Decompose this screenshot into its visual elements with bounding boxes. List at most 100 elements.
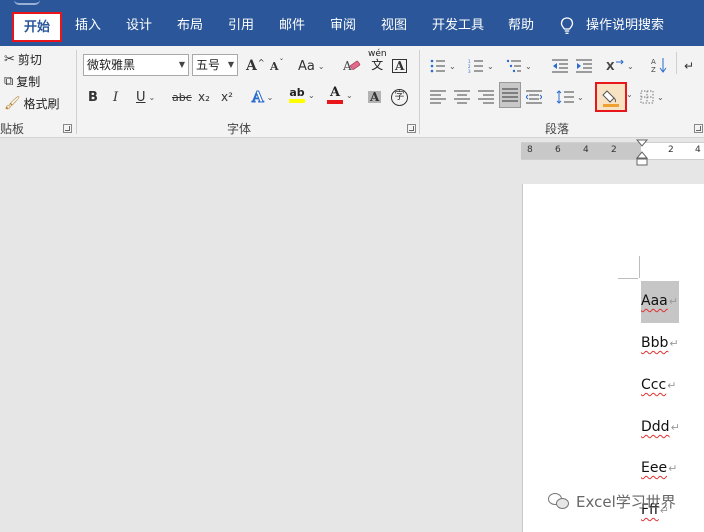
italic-button[interactable]: I	[113, 86, 118, 108]
character-border-icon: A	[392, 59, 408, 73]
font-size-value: 五号	[196, 58, 221, 72]
superscript-button[interactable]: x²	[221, 86, 233, 108]
tab-help[interactable]: 帮助	[508, 14, 534, 38]
margin-corner-mark	[639, 256, 640, 278]
watermark: Excel学习世界	[548, 491, 676, 512]
justify-button[interactable]	[499, 82, 521, 108]
paragraph-mark-icon: ↵	[684, 59, 695, 73]
document-line[interactable]: Bbb↵	[641, 335, 679, 351]
ruler-number: 8	[527, 145, 533, 155]
lightbulb-icon[interactable]	[560, 17, 574, 35]
highlight-color-bar	[289, 99, 305, 103]
align-center-icon	[454, 90, 470, 104]
phonetic-guide-button[interactable]: wén 文	[368, 50, 387, 76]
underline-button[interactable]: U ⌄	[136, 86, 155, 108]
chinese-layout-button[interactable]: X ⌄	[606, 55, 634, 77]
subscript-icon: x₂	[198, 90, 210, 104]
shrink-font-icon: A	[270, 59, 279, 73]
tab-references[interactable]: 引用	[228, 14, 254, 38]
title-bar-notch	[14, 0, 40, 5]
character-border-button[interactable]: A	[392, 55, 408, 77]
subscript-button[interactable]: x₂	[198, 86, 210, 108]
bold-button[interactable]: B	[88, 86, 98, 108]
paragraph-mark: ↵	[668, 295, 678, 308]
clipboard-dialog-launcher[interactable]	[63, 124, 72, 133]
tab-home[interactable]: 开始	[12, 12, 62, 42]
align-left-button[interactable]	[430, 86, 446, 108]
document-line[interactable]: Ddd↵	[641, 419, 680, 435]
text-effects-button[interactable]: A ⌄	[252, 86, 274, 108]
paint-bucket-icon	[602, 90, 619, 107]
chinese-layout-icon: X	[606, 59, 624, 73]
show-paragraph-marks-button[interactable]: ↵	[684, 55, 694, 77]
align-right-button[interactable]	[478, 86, 494, 108]
grow-font-button[interactable]: A ^	[246, 55, 265, 77]
document-page[interactable]	[522, 184, 704, 532]
cut-button[interactable]: ✂ 剪切	[4, 48, 42, 70]
font-size-combo[interactable]: 五号 ▼	[192, 54, 238, 76]
clear-formatting-button[interactable]: A	[343, 55, 361, 77]
font-name-combo[interactable]: 微软雅黑 ▼	[83, 54, 189, 76]
font-color-button[interactable]: A ⌄	[327, 84, 353, 106]
svg-text:Z: Z	[651, 66, 656, 73]
bold-icon: B	[88, 89, 98, 105]
ruler-number: 2	[668, 145, 674, 155]
chevron-down-icon: ⌄	[148, 92, 156, 102]
document-line[interactable]: Aaa↵	[641, 293, 678, 309]
numbering-button[interactable]: 123 ⌄	[468, 55, 494, 77]
decrease-indent-button[interactable]	[552, 55, 568, 77]
sort-button[interactable]: AZ	[651, 54, 667, 76]
align-center-button[interactable]	[454, 86, 470, 108]
tell-me-search[interactable]: 操作说明搜索	[586, 14, 664, 38]
ruler-number: 2	[611, 145, 617, 155]
shading-dropdown-chevron-icon[interactable]: ⌄	[626, 90, 633, 99]
distributed-icon	[526, 90, 542, 104]
horizontal-ruler[interactable]: 8 6 4 2 2 4	[521, 142, 704, 160]
copy-button[interactable]: ⧉ 复制	[4, 70, 40, 92]
borders-button[interactable]: ⌄	[640, 86, 664, 108]
shading-button[interactable]	[595, 82, 627, 112]
chevron-down-icon: ⌄	[449, 61, 456, 71]
distributed-button[interactable]	[526, 86, 542, 108]
change-case-button[interactable]: Aa ⌄	[298, 55, 325, 77]
paragraph-mark: ↵	[667, 379, 677, 392]
enclose-characters-button[interactable]: 字	[391, 86, 408, 108]
tab-insert[interactable]: 插入	[75, 14, 101, 38]
multilevel-list-button[interactable]: ⌄	[506, 55, 532, 77]
caret-down-icon: ˇ	[279, 57, 284, 67]
paragraph-mark: ↵	[668, 462, 678, 475]
scissors-icon: ✂	[4, 51, 15, 67]
shrink-font-button[interactable]: Aˇ	[270, 55, 284, 77]
increase-indent-button[interactable]	[576, 55, 592, 77]
text-highlight-button[interactable]: ab ⌄	[289, 84, 315, 106]
tab-review[interactable]: 审阅	[330, 14, 356, 38]
character-shading-button[interactable]: A	[368, 86, 382, 108]
tab-layout[interactable]: 布局	[177, 14, 203, 38]
grow-font-icon: A	[246, 58, 257, 74]
document-line[interactable]: Ccc↵	[641, 377, 676, 393]
tab-developer[interactable]: 开发工具	[432, 14, 484, 38]
tab-view[interactable]: 视图	[381, 14, 407, 38]
indent-marker-icon[interactable]	[635, 139, 649, 169]
line-text: Bbb	[641, 335, 669, 351]
font-dialog-launcher[interactable]	[407, 124, 416, 133]
decrease-indent-icon	[552, 59, 568, 73]
svg-text:3: 3	[468, 69, 471, 73]
chevron-down-icon: ⌄	[577, 92, 584, 102]
format-painter-button[interactable]: 🖌 格式刷	[4, 92, 60, 114]
chevron-down-icon: ⌄	[627, 61, 634, 71]
tab-design[interactable]: 设计	[126, 14, 152, 38]
svg-text:A: A	[651, 58, 656, 66]
paragraph-dialog-launcher[interactable]	[694, 124, 703, 133]
clipboard-group-label: 贴板	[0, 122, 25, 136]
margin-corner-mark	[618, 278, 638, 279]
group-divider	[76, 50, 77, 134]
sort-az-icon: AZ	[651, 58, 667, 73]
strikethrough-icon: abc	[172, 90, 192, 104]
document-line[interactable]: Eee↵	[641, 460, 677, 476]
multilevel-list-icon	[506, 59, 521, 73]
line-spacing-button[interactable]: ⌄	[556, 86, 584, 108]
bullets-button[interactable]: ⌄	[430, 55, 456, 77]
strikethrough-button[interactable]: abc	[172, 86, 192, 108]
tab-mailings[interactable]: 邮件	[279, 14, 305, 38]
